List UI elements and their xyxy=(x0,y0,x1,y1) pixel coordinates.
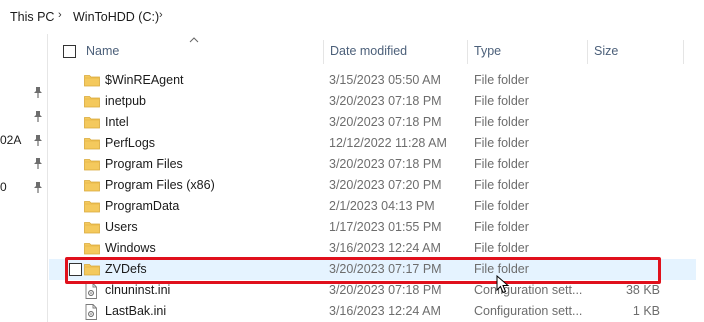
file-size: 38 KB xyxy=(625,283,660,297)
file-type: File folder xyxy=(474,157,529,171)
navigation-pane: 02A 0 xyxy=(0,34,48,322)
breadcrumb-item-drive[interactable]: WinToHDD (C:) xyxy=(73,10,159,24)
folder-icon xyxy=(84,136,100,151)
column-divider[interactable] xyxy=(323,40,324,64)
folder-icon xyxy=(84,157,100,172)
file-type: File folder xyxy=(474,199,529,213)
breadcrumb-item-this-pc[interactable]: This PC xyxy=(10,10,54,24)
column-header-name[interactable]: Name xyxy=(86,44,119,58)
breadcrumb-chevron-icon[interactable]: › xyxy=(58,9,62,21)
file-row[interactable]: Windows 3/16/2023 12:24 AM File folder xyxy=(49,238,704,259)
file-date-modified: 3/20/2023 07:18 PM xyxy=(329,283,442,297)
file-row[interactable]: ProgramData 2/1/2023 04:13 PM File folder xyxy=(49,196,704,217)
folder-icon xyxy=(84,115,100,130)
file-row[interactable]: PerfLogs 12/12/2022 11:28 AM File folder xyxy=(49,133,704,154)
folder-icon xyxy=(84,199,100,214)
file-row[interactable]: Program Files (x86) 3/20/2023 07:20 PM Fil… xyxy=(49,175,704,196)
file-type: File folder xyxy=(474,178,529,192)
sort-ascending-icon xyxy=(189,37,199,43)
column-divider[interactable] xyxy=(467,40,468,64)
file-type: File folder xyxy=(474,115,529,129)
file-name: Program Files (x86) xyxy=(105,178,215,192)
scrollbar[interactable] xyxy=(696,34,704,322)
file-type: Configuration sett... xyxy=(474,283,583,297)
file-type: File folder xyxy=(474,136,529,150)
breadcrumb: This PC › WinToHDD (C:) › xyxy=(0,0,704,34)
file-row[interactable]: Program Files 3/20/2023 07:18 PM File fold… xyxy=(49,154,704,175)
file-type: File folder xyxy=(474,94,529,108)
column-header-type[interactable]: Type xyxy=(474,44,501,58)
column-divider[interactable] xyxy=(683,40,684,64)
file-type: Configuration sett... xyxy=(474,304,583,318)
file-date-modified: 1/17/2023 01:55 PM xyxy=(329,220,442,234)
file-name: inetpub xyxy=(105,94,147,108)
file-name: Users xyxy=(105,220,138,234)
file-size: 1 KB xyxy=(632,304,660,318)
file-type: File folder xyxy=(474,241,529,255)
column-header-size[interactable]: Size xyxy=(594,44,618,58)
file-name: LastBak.ini xyxy=(105,304,167,318)
file-type: File folder xyxy=(474,220,529,234)
file-date-modified: 3/20/2023 07:18 PM xyxy=(329,115,442,129)
file-name: Program Files xyxy=(105,157,183,171)
file-name: ProgramData xyxy=(105,199,180,213)
pin-icon[interactable] xyxy=(33,157,43,169)
pin-icon[interactable] xyxy=(33,134,43,146)
column-divider[interactable] xyxy=(587,40,588,64)
pin-icon[interactable] xyxy=(33,110,43,122)
file-date-modified: 2/1/2023 04:13 PM xyxy=(329,199,435,213)
folder-icon xyxy=(84,241,100,256)
file-row[interactable]: LastBak.ini 3/16/2023 12:24 AM Configurati… xyxy=(49,301,704,322)
file-row[interactable]: inetpub 3/20/2023 07:18 PM File folder xyxy=(49,91,704,112)
file-date-modified: 3/16/2023 12:24 AM xyxy=(329,241,441,255)
file-type: File folder xyxy=(474,73,529,87)
file-date-modified: 3/15/2023 05:50 AM xyxy=(329,73,441,87)
file-row[interactable]: $WinREAgent 3/15/2023 05:50 AM File folder xyxy=(49,70,704,91)
file-date-modified: 3/16/2023 12:24 AM xyxy=(329,304,441,318)
nav-item-label[interactable]: 02A xyxy=(0,133,21,147)
file-date-modified: 3/20/2023 07:18 PM xyxy=(329,94,442,108)
file-name: Intel xyxy=(105,115,129,129)
folder-icon xyxy=(84,94,100,109)
column-header-date-modified[interactable]: Date modified xyxy=(330,44,407,58)
folder-icon xyxy=(84,220,100,235)
mouse-cursor-icon xyxy=(496,275,510,294)
file-name: Windows xyxy=(105,241,156,255)
nav-item-label[interactable]: 0 xyxy=(0,180,7,194)
ini-file-icon xyxy=(84,283,100,299)
ini-file-icon xyxy=(84,304,100,320)
pin-icon[interactable] xyxy=(33,181,43,193)
highlight-annotation xyxy=(65,257,661,284)
file-date-modified: 3/20/2023 07:18 PM xyxy=(329,157,442,171)
pin-icon[interactable] xyxy=(33,86,43,98)
column-header-row: Name Date modified Type Size xyxy=(49,34,704,68)
breadcrumb-chevron-icon[interactable]: › xyxy=(159,9,163,21)
file-name: $WinREAgent xyxy=(105,73,184,87)
folder-icon xyxy=(84,178,100,193)
file-row[interactable]: Intel 3/20/2023 07:18 PM File folder xyxy=(49,112,704,133)
folder-icon xyxy=(84,73,100,88)
select-all-checkbox[interactable] xyxy=(63,45,76,58)
file-name: PerfLogs xyxy=(105,136,156,150)
file-row[interactable]: Users 1/17/2023 01:55 PM File folder xyxy=(49,217,704,238)
file-date-modified: 12/12/2022 11:28 AM xyxy=(329,136,447,150)
file-name: clnuninst.ini xyxy=(105,283,171,297)
file-date-modified: 3/20/2023 07:20 PM xyxy=(329,178,442,192)
